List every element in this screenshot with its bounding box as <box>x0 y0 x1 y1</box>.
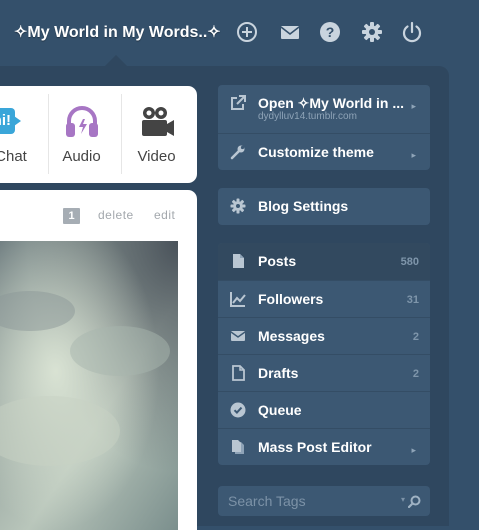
document-icon <box>230 253 246 269</box>
followers-count: 31 <box>406 294 419 306</box>
blog-title[interactable]: ✧My World in My Words..✧ <box>14 22 221 42</box>
post-type-bar: hi! Chat Audio Video <box>0 86 197 183</box>
edit-link[interactable]: edit <box>154 208 175 222</box>
sidebar-item-label: Posts <box>258 253 297 269</box>
gear-icon[interactable] <box>361 21 383 43</box>
sidebar-item-label: Messages <box>258 328 325 344</box>
post-type-label: Chat <box>0 148 27 165</box>
arrow-icon: ▸ <box>411 150 416 160</box>
chat-bubble-icon: hi! <box>0 108 21 134</box>
note-count-badge[interactable]: 1 <box>63 208 80 224</box>
post-type-label: Video <box>137 148 176 165</box>
sidebar-item-label: Followers <box>258 291 324 307</box>
blog-nav: Posts 580 Followers 31 Messages 2 Drafts… <box>218 243 430 465</box>
post-photo <box>0 241 178 530</box>
arrow-icon: ▸ <box>411 101 416 111</box>
sidebar-item-followers[interactable]: Followers 31 <box>218 280 430 317</box>
post-type-chat[interactable]: hi! Chat <box>0 86 46 183</box>
posts-count: 580 <box>400 256 419 268</box>
post-card: 1 delete edit <box>0 190 197 530</box>
video-camera-icon <box>139 104 175 140</box>
open-blog-label: Open ✧My World in ... <box>258 95 405 111</box>
svg-text:?: ? <box>326 24 335 40</box>
blog-url: dydylluv14.tumblr.com <box>258 111 357 122</box>
customize-theme-link[interactable]: Customize theme ▸ <box>218 133 430 170</box>
help-icon[interactable]: ? <box>319 21 341 43</box>
blog-box: Open ✧My World in ... dydylluv14.tumblr.… <box>218 85 430 170</box>
top-bar: ✧My World in My Words..✧ ? <box>0 0 479 66</box>
sidebar-item-drafts[interactable]: Drafts 2 <box>218 354 430 391</box>
power-icon[interactable] <box>401 21 423 43</box>
open-blog-link[interactable]: Open ✧My World in ... dydylluv14.tumblr.… <box>218 85 430 133</box>
post-type-audio[interactable]: Audio <box>48 86 115 183</box>
post-type-video[interactable]: Video <box>123 86 190 183</box>
blog-settings-box: Blog Settings <box>218 188 430 225</box>
post-type-label: Audio <box>62 148 101 165</box>
sidebar-item-queue[interactable]: Queue <box>218 391 430 428</box>
sidebar-item-mass-post-editor[interactable]: Mass Post Editor ▸ <box>218 428 430 465</box>
wrench-icon <box>230 144 246 160</box>
document-stack-icon <box>230 439 246 455</box>
external-link-icon <box>230 95 246 111</box>
blog-settings-link[interactable]: Blog Settings <box>218 188 430 225</box>
messages-count: 2 <box>412 331 419 343</box>
sidebar-item-label: Drafts <box>258 365 299 381</box>
document-icon <box>230 365 246 381</box>
chart-icon <box>230 291 246 307</box>
plus-circle-icon[interactable] <box>236 21 258 43</box>
divider <box>121 94 122 174</box>
sidebar-item-messages[interactable]: Messages 2 <box>218 317 430 354</box>
title-caret <box>105 55 127 66</box>
drafts-count: 2 <box>412 368 419 380</box>
dropdown-arrow-icon[interactable]: ▾ <box>401 495 405 504</box>
customize-theme-label: Customize theme <box>258 144 374 160</box>
headphones-icon <box>64 104 100 140</box>
sidebar-item-posts[interactable]: Posts 580 <box>218 243 430 280</box>
check-circle-icon <box>230 402 246 418</box>
blog-settings-label: Blog Settings <box>258 198 349 214</box>
mail-icon <box>230 328 246 344</box>
search-icon[interactable] <box>407 495 421 509</box>
sidebar-item-label: Queue <box>258 402 302 418</box>
sidebar-item-label: Mass Post Editor <box>258 439 372 455</box>
arrow-icon: ▸ <box>411 445 416 455</box>
delete-link[interactable]: delete <box>98 208 134 222</box>
gear-icon <box>230 198 246 214</box>
mail-icon[interactable] <box>279 21 301 43</box>
